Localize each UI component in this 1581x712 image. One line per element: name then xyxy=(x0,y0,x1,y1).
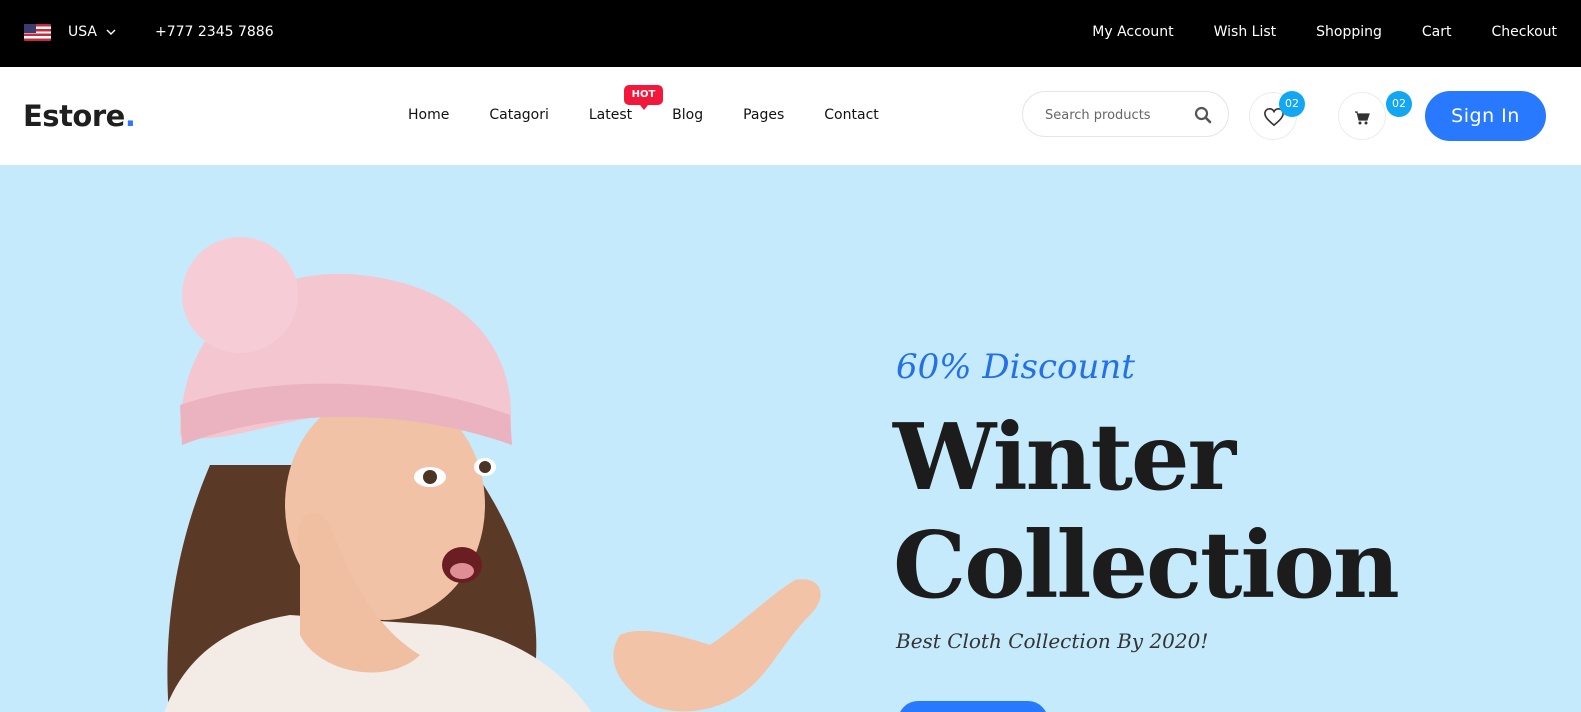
sign-in-button[interactable]: Sign In xyxy=(1425,91,1546,141)
wishlist-count-badge: 02 xyxy=(1279,91,1305,117)
link-checkout[interactable]: Checkout xyxy=(1492,22,1558,42)
hero-title-line2: Collection xyxy=(893,511,1400,619)
top-links: My Account Wish List Shopping Cart Check… xyxy=(1092,22,1557,42)
link-my-account[interactable]: My Account xyxy=(1092,22,1173,42)
search-input[interactable] xyxy=(1043,104,1183,126)
main-header: Estore. Home Catagori Latest Blog Pages … xyxy=(0,67,1581,165)
chevron-down-icon[interactable] xyxy=(105,22,117,42)
link-wish-list[interactable]: Wish List xyxy=(1214,22,1277,42)
hero-model-image xyxy=(164,237,821,712)
nav-pages[interactable]: Pages xyxy=(743,105,784,125)
hero-tagline: Best Cloth Collection By 2020! xyxy=(896,629,1209,653)
logo-dot: . xyxy=(124,99,136,133)
nav-home[interactable]: Home xyxy=(408,105,449,125)
hero-title-line1: Winter xyxy=(893,403,1236,511)
link-shopping[interactable]: Shopping xyxy=(1316,22,1382,42)
site-logo[interactable]: Estore. xyxy=(23,98,136,134)
nav-catagori[interactable]: Catagori xyxy=(489,105,549,125)
hero-cta-button[interactable] xyxy=(898,701,1048,712)
top-bar: USA +777 2345 7886 My Account Wish List … xyxy=(0,0,1581,67)
discount-label: 60% Discount xyxy=(896,347,1135,387)
nav-latest[interactable]: Latest xyxy=(589,105,632,125)
cart-button[interactable] xyxy=(1338,92,1386,140)
hero-banner: 60% Discount Winter Collection Best Clot… xyxy=(0,165,1581,712)
hot-badge: HOT xyxy=(624,85,663,110)
phone-number: +777 2345 7886 xyxy=(155,24,274,40)
cart-icon xyxy=(1355,111,1370,125)
nav-blog[interactable]: Blog xyxy=(672,105,703,125)
link-cart[interactable]: Cart xyxy=(1422,22,1452,42)
cart-count-badge: 02 xyxy=(1386,91,1412,117)
nav-contact[interactable]: Contact xyxy=(824,105,878,125)
search-icon[interactable] xyxy=(1194,106,1212,124)
country-selector[interactable]: USA xyxy=(68,22,97,42)
search-box xyxy=(1022,91,1229,137)
us-flag-icon[interactable] xyxy=(24,24,51,41)
logo-text: Estore xyxy=(23,99,125,133)
